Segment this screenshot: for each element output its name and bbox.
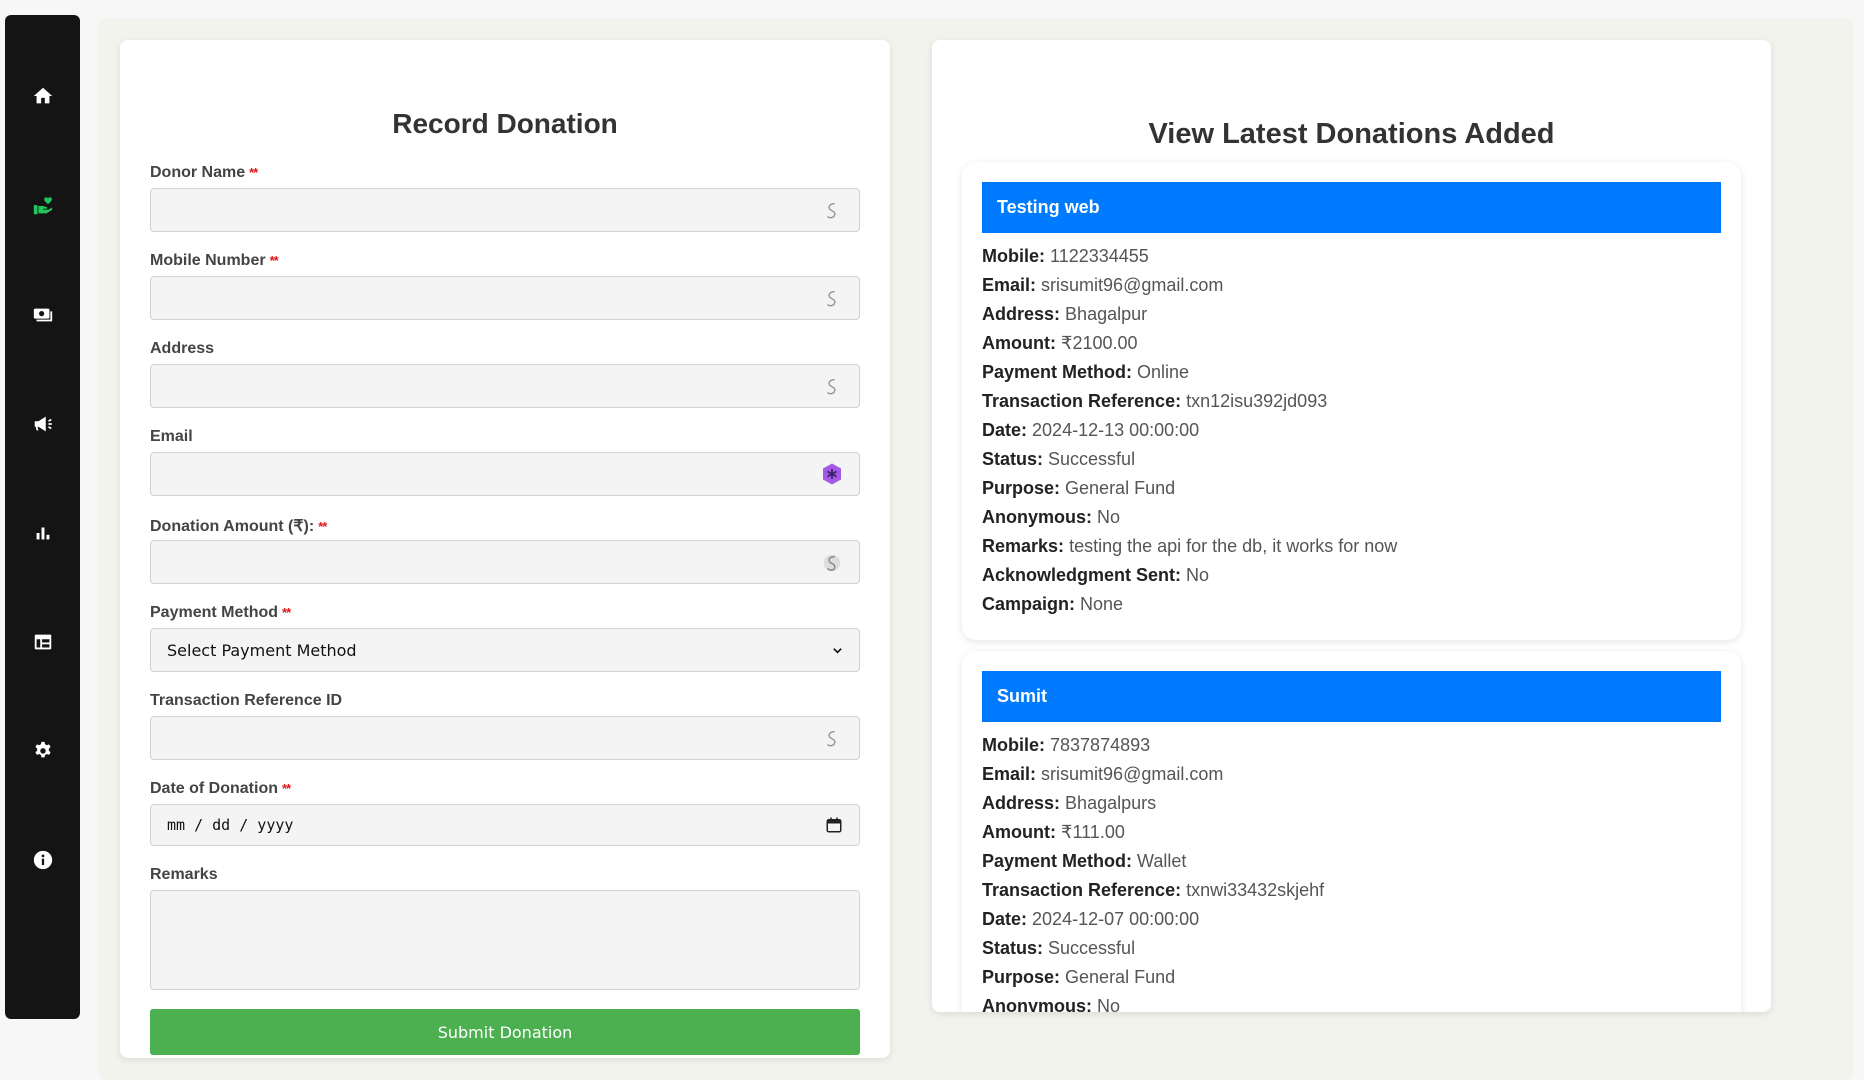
password-manager-icon[interactable] bbox=[820, 375, 844, 399]
payment-method-selected: Select Payment Method bbox=[167, 640, 357, 660]
date-placeholder: mm / dd / yyyy bbox=[167, 816, 294, 834]
donation-field: Mobile: 7837874893 bbox=[982, 735, 1151, 755]
sidebar-item-campaigns[interactable] bbox=[5, 404, 80, 444]
email-label: Email bbox=[150, 428, 193, 445]
donation-field: Date: 2024-12-13 00:00:00 bbox=[982, 420, 1200, 440]
donation-field: Transaction Reference: txn12isu392jd093 bbox=[982, 391, 1328, 411]
calendar-icon[interactable] bbox=[825, 816, 843, 834]
donation-field: Payment Method: Wallet bbox=[982, 851, 1187, 871]
donation-field: Campaign: None bbox=[982, 594, 1124, 614]
donation-details: Mobile: 1122334455 Email: srisumit96@gma… bbox=[982, 242, 1721, 619]
sidebar-item-funds[interactable] bbox=[5, 295, 80, 335]
mobile-number-input[interactable] bbox=[150, 276, 860, 320]
donation-details: Mobile: 7837874893 Email: srisumit96@gma… bbox=[982, 731, 1721, 1012]
payment-method-select[interactable]: Select Payment Method bbox=[150, 628, 860, 672]
transaction-reference-label: Transaction Reference ID bbox=[150, 692, 343, 709]
donation-amount-label: Donation Amount (₹): ** bbox=[150, 518, 327, 535]
donation-field: Date: 2024-12-07 00:00:00 bbox=[982, 909, 1200, 929]
donation-field: Amount: ₹2100.00 bbox=[982, 333, 1138, 353]
sidebar-item-home[interactable] bbox=[5, 76, 80, 116]
gear-icon bbox=[34, 741, 51, 758]
password-manager-icon[interactable] bbox=[820, 551, 844, 575]
password-manager-icon[interactable] bbox=[820, 287, 844, 311]
required-mark: ** bbox=[318, 519, 327, 534]
info-icon bbox=[33, 850, 52, 870]
donation-field: Address: Bhagalpur bbox=[982, 304, 1148, 324]
address-input[interactable] bbox=[150, 364, 860, 408]
form-title: Record Donation bbox=[392, 108, 618, 139]
donation-field: Payment Method: Online bbox=[982, 362, 1190, 382]
required-mark: ** bbox=[282, 605, 291, 620]
required-mark: ** bbox=[269, 253, 279, 268]
donation-field: Status: Successful bbox=[982, 449, 1136, 469]
donor-name-input[interactable] bbox=[150, 188, 860, 232]
bar-chart-icon bbox=[36, 527, 49, 540]
donation-field: Address: Bhagalpurs bbox=[982, 793, 1157, 813]
password-manager-icon[interactable] bbox=[820, 727, 844, 751]
donation-field: Transaction Reference: txnwi33432skjehf bbox=[982, 880, 1325, 900]
donation-field: Anonymous: No bbox=[982, 996, 1121, 1012]
password-manager-icon[interactable] bbox=[820, 199, 844, 223]
submit-donation-button[interactable]: Submit Donation bbox=[150, 1009, 860, 1055]
latest-donations-panel: View Latest Donations Added Testing web … bbox=[932, 40, 1771, 1012]
donation-card-header: Testing web bbox=[982, 182, 1721, 233]
donation-amount-input[interactable] bbox=[150, 540, 860, 584]
money-icon bbox=[33, 308, 52, 322]
donation-card: Testing web Mobile: 1122334455 Email: sr… bbox=[962, 162, 1741, 640]
remarks-label: Remarks bbox=[150, 866, 218, 883]
latest-donations-title: View Latest Donations Added bbox=[1148, 118, 1555, 150]
record-donation-form: Record Donation Donor Name ** Mobile Numb… bbox=[120, 40, 890, 1058]
donation-field: Anonymous: No bbox=[982, 507, 1121, 527]
donation-field: Purpose: General Fund bbox=[982, 478, 1176, 498]
donation-field: Amount: ₹111.00 bbox=[982, 822, 1125, 842]
donation-field: Remarks: testing the api for the db, it … bbox=[982, 536, 1398, 556]
home-icon bbox=[33, 87, 52, 104]
email-input[interactable] bbox=[150, 452, 860, 496]
table-icon bbox=[34, 634, 51, 650]
megaphone-icon bbox=[34, 416, 52, 432]
required-mark: ** bbox=[282, 781, 291, 796]
date-of-donation-label: Date of Donation ** bbox=[150, 780, 291, 797]
transaction-reference-input[interactable] bbox=[150, 716, 860, 760]
payment-method-label: Payment Method ** bbox=[150, 604, 291, 621]
donor-name-label: Donor Name ** bbox=[150, 164, 258, 181]
autofill-extension-icon[interactable] bbox=[820, 462, 844, 486]
donation-card-header: Sumit bbox=[982, 671, 1721, 722]
remarks-textarea[interactable] bbox=[150, 890, 860, 990]
required-mark: ** bbox=[249, 165, 258, 180]
mobile-number-label: Mobile Number ** bbox=[150, 252, 279, 269]
donation-field: Mobile: 1122334455 bbox=[982, 246, 1149, 266]
sidebar-item-reports[interactable] bbox=[5, 513, 80, 553]
donation-field: Email: srisumit96@gmail.com bbox=[982, 275, 1224, 295]
sidebar-item-donations[interactable] bbox=[5, 186, 80, 226]
sidebar-item-about[interactable] bbox=[5, 840, 80, 880]
donation-card: Sumit Mobile: 7837874893 Email: srisumit… bbox=[962, 651, 1741, 1012]
donation-field: Email: srisumit96@gmail.com bbox=[982, 764, 1224, 784]
donation-field: Purpose: General Fund bbox=[982, 967, 1176, 987]
date-of-donation-input[interactable]: mm / dd / yyyy bbox=[150, 804, 860, 846]
donation-field: Acknowledgment Sent: No bbox=[982, 565, 1210, 585]
chevron-down-icon bbox=[833, 647, 842, 654]
sidebar-item-settings[interactable] bbox=[5, 731, 80, 771]
sidebar bbox=[5, 15, 80, 1019]
address-label: Address bbox=[150, 340, 215, 357]
donation-field: Status: Successful bbox=[982, 938, 1136, 958]
sidebar-item-records[interactable] bbox=[5, 622, 80, 662]
donate-hand-heart-icon bbox=[33, 197, 52, 215]
